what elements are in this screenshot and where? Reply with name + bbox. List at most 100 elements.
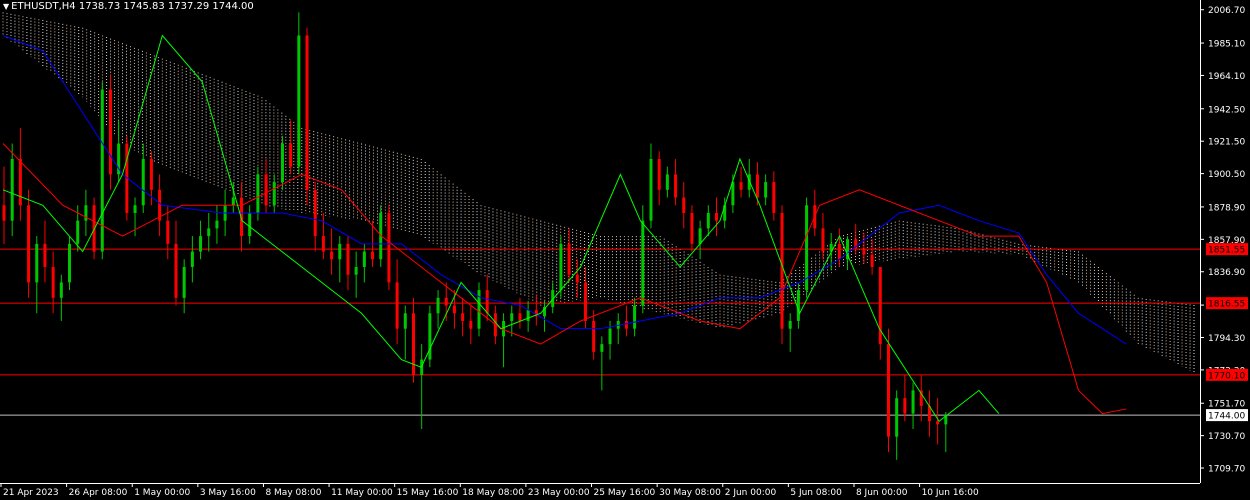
candle-body [764, 182, 768, 198]
candle-body [387, 212, 391, 283]
candle-body [231, 197, 235, 206]
candle-body [190, 251, 194, 267]
candle-body [502, 320, 506, 337]
candle-body [59, 282, 63, 298]
candle-body [256, 174, 260, 213]
candle-body [371, 251, 375, 260]
hline-price-label: 1851.55 [1208, 246, 1245, 256]
candle-body [837, 243, 841, 260]
candle-body [461, 313, 465, 321]
hline-price-label: 1770.10 [1208, 371, 1245, 381]
candle-body [518, 313, 522, 321]
x-tick-label: 30 May 08:00 [659, 488, 721, 498]
candle-body [403, 313, 407, 329]
candle-body [207, 228, 211, 237]
y-tick-label: 1942.50 [1208, 105, 1245, 115]
candle-body [485, 290, 489, 314]
hline-price-label: 1816.55 [1208, 300, 1245, 310]
candle-body [690, 212, 694, 244]
ichimoku-cloud [2, 12, 1195, 373]
candle-body [469, 320, 473, 329]
candle-body [755, 174, 759, 198]
candle-body [362, 251, 366, 267]
ohlc-label: 1738.73 1745.83 1737.29 1744.00 [78, 1, 254, 12]
indicator-lines [2, 34, 1127, 423]
chart-header: ▼ ETHUSDT,H4 1738.73 1745.83 1737.29 1744… [3, 1, 254, 12]
candle-body [272, 182, 276, 206]
horizontal-lines [0, 248, 1200, 416]
candle-body [772, 182, 776, 213]
y-tick-label: 1964.10 [1208, 72, 1245, 82]
candle-body [174, 243, 178, 298]
candle-body [149, 158, 153, 190]
candle-body [330, 251, 334, 260]
candle-body [215, 220, 219, 229]
x-tick-label: 1 May 00:00 [134, 488, 190, 498]
candle-body [706, 212, 710, 229]
candle-body [592, 320, 596, 352]
candle-body [280, 143, 284, 183]
candle-body [10, 158, 14, 221]
candle-body [682, 197, 686, 213]
candle-body [354, 266, 358, 275]
candle-body [141, 158, 145, 206]
candle-body [289, 143, 293, 167]
candle-body [821, 228, 825, 252]
candle-body [583, 282, 587, 321]
candle-body [641, 220, 645, 306]
candle-body [18, 158, 22, 206]
candle-body [27, 205, 31, 283]
candle-body [895, 398, 899, 437]
y-tick-label: 1730.70 [1208, 432, 1245, 442]
collapse-triangle-icon[interactable]: ▼ [3, 2, 9, 11]
candle-body [608, 328, 612, 345]
candle-body [510, 313, 514, 321]
candles [2, 12, 948, 460]
y-tick-label: 1709.70 [1208, 465, 1245, 475]
x-tick-label: 23 May 00:00 [528, 488, 590, 498]
candle-body [43, 243, 47, 267]
candle-body [624, 320, 628, 329]
candle-body [444, 297, 448, 306]
candle-body [788, 320, 792, 329]
candle-body [100, 89, 104, 252]
candle-body [936, 421, 940, 425]
y-tick-label: 1878.90 [1208, 203, 1245, 213]
x-tick-label: 2 Jun 00:00 [725, 488, 777, 498]
x-tick-label: 10 Jun 16:00 [922, 488, 979, 498]
candle-body [657, 158, 661, 190]
candle-body [76, 220, 80, 244]
candle-body [51, 266, 55, 298]
candle-body [862, 248, 866, 255]
candle-body [395, 282, 399, 329]
candle-body [305, 35, 309, 190]
y-tick-label: 1921.50 [1208, 138, 1245, 148]
y-tick-label: 2006.70 [1208, 6, 1245, 16]
candle-body [338, 243, 342, 260]
kijun-sen-line [2, 35, 1127, 345]
price-chart[interactable]: 2006.70 1985.10 1964.10 1942.50 1921.50 1900.… [0, 0, 1250, 500]
candle-body [436, 297, 440, 314]
x-tick-label: 25 May 16:00 [594, 488, 656, 498]
candle-body [739, 182, 743, 190]
candle-body [903, 398, 907, 414]
x-tick-label: 8 Jun 00:00 [856, 488, 908, 498]
candle-body [2, 205, 6, 221]
candle-body [633, 305, 637, 329]
candle-body [526, 310, 530, 321]
candle-body [199, 236, 203, 252]
y-tick-label: 1794.30 [1208, 334, 1245, 344]
y-tick-label: 1751.70 [1208, 400, 1245, 410]
candle-body [559, 243, 563, 291]
candle-body [674, 174, 678, 198]
candle-body [133, 205, 137, 213]
x-tick-label: 18 May 08:00 [462, 488, 524, 498]
candle-body [567, 243, 571, 275]
x-tick-label: 15 May 16:00 [397, 488, 459, 498]
candle-body [870, 254, 874, 267]
x-tick-label: 11 May 00:00 [331, 488, 393, 498]
x-tick-label: 21 Apr 2023 [3, 488, 59, 498]
x-tick-label: 5 Jun 08:00 [790, 488, 842, 498]
candle-body [452, 305, 456, 314]
candle-body [264, 174, 268, 206]
